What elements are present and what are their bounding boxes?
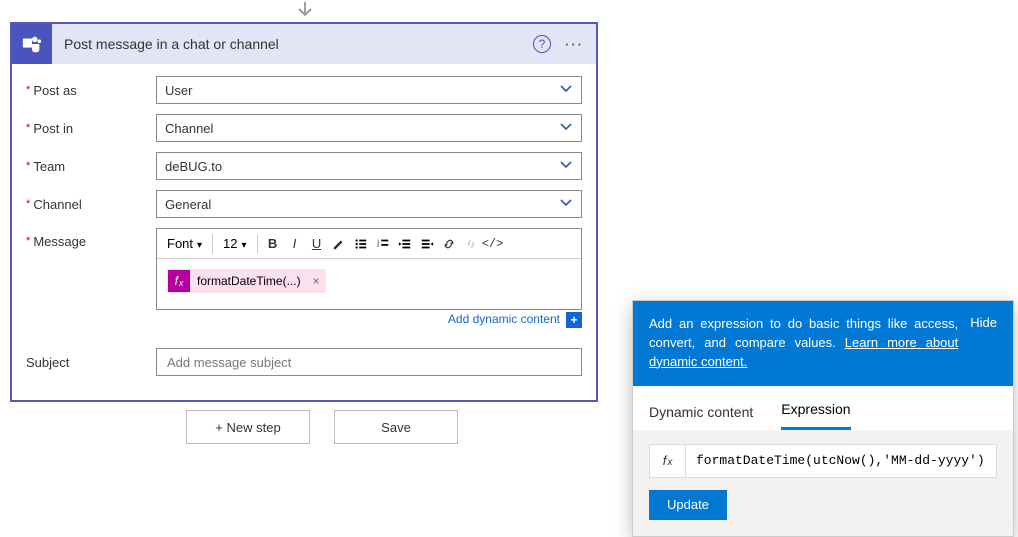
action-card: Post message in a chat or channel ? ··· … [10, 22, 598, 402]
remove-token-button[interactable]: × [307, 274, 326, 288]
chevron-down-icon [559, 196, 573, 213]
label-post-in: Post in [26, 121, 156, 136]
highlight-button[interactable] [328, 233, 350, 255]
card-title: Post message in a chat or channel [52, 36, 533, 52]
add-dynamic-content-plus[interactable]: + [566, 312, 582, 328]
underline-button[interactable]: U [306, 233, 328, 255]
unlink-button[interactable] [460, 233, 482, 255]
outdent-button[interactable] [394, 233, 416, 255]
bullet-list-button[interactable] [350, 233, 372, 255]
subject-input-wrapper[interactable] [156, 348, 582, 376]
hide-panel-button[interactable]: Hide [970, 315, 997, 372]
message-body[interactable]: fx formatDateTime(...) × [157, 259, 581, 309]
new-step-button[interactable]: + New step [186, 410, 310, 444]
add-dynamic-content-link[interactable]: Add dynamic content [448, 312, 560, 328]
flow-arrow-icon [295, 0, 315, 20]
expression-token[interactable]: fx formatDateTime(...) × [167, 269, 326, 293]
tab-dynamic-content[interactable]: Dynamic content [649, 394, 753, 430]
rte-toolbar: Font 12 B I U 12 </> [157, 229, 581, 259]
italic-button[interactable]: I [284, 233, 306, 255]
link-button[interactable] [438, 233, 460, 255]
font-size-select[interactable]: 12 [217, 233, 253, 255]
dynamic-content-panel: Add an expression to do basic things lik… [632, 300, 1014, 537]
label-post-as: Post as [26, 83, 156, 98]
chevron-down-icon [559, 82, 573, 99]
select-post-in[interactable]: Channel [156, 114, 582, 142]
svg-text:2: 2 [376, 242, 379, 247]
label-team: Team [26, 159, 156, 174]
fx-icon: fx [650, 445, 686, 477]
subject-input[interactable] [165, 354, 573, 371]
more-menu[interactable]: ··· [565, 37, 584, 52]
save-button[interactable]: Save [334, 410, 458, 444]
font-family-select[interactable]: Font [161, 233, 208, 255]
update-button[interactable]: Update [649, 490, 727, 520]
select-team[interactable]: deBUG.to [156, 152, 582, 180]
help-icon[interactable]: ? [533, 35, 551, 53]
card-header[interactable]: Post message in a chat or channel ? ··· [12, 24, 596, 64]
select-post-as[interactable]: User [156, 76, 582, 104]
chevron-down-icon [559, 158, 573, 175]
panel-tip: Add an expression to do basic things lik… [649, 315, 958, 372]
teams-icon [12, 24, 52, 64]
message-editor[interactable]: Font 12 B I U 12 </> [156, 228, 582, 310]
indent-button[interactable] [416, 233, 438, 255]
code-view-button[interactable]: </> [482, 233, 504, 255]
label-subject: Subject [26, 355, 156, 370]
tab-expression[interactable]: Expression [781, 391, 850, 430]
bold-button[interactable]: B [262, 233, 284, 255]
select-channel[interactable]: General [156, 190, 582, 218]
label-channel: Channel [26, 197, 156, 212]
label-message: Message [26, 228, 156, 249]
expression-input[interactable] [686, 453, 996, 468]
expression-input-wrapper[interactable]: fx [649, 444, 997, 478]
fx-icon: fx [168, 270, 190, 292]
chevron-down-icon [559, 120, 573, 137]
number-list-button[interactable]: 12 [372, 233, 394, 255]
